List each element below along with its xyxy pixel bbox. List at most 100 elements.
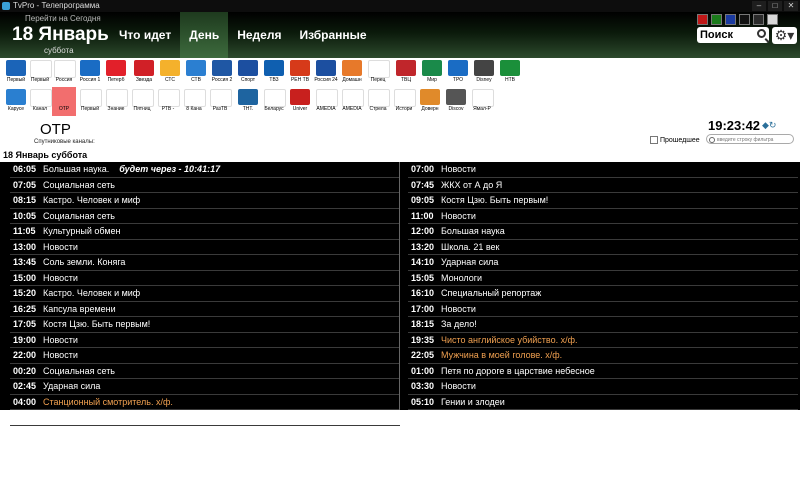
search-box[interactable] bbox=[697, 27, 769, 43]
channel-item[interactable]: РазТВ bbox=[208, 87, 232, 116]
tab-now-on[interactable]: Что идет bbox=[110, 12, 180, 58]
channel-item[interactable]: Россия 2 bbox=[210, 58, 234, 87]
channel-item[interactable]: НТВ bbox=[498, 58, 522, 87]
channel-item[interactable]: Пятниц bbox=[130, 87, 154, 116]
search-icon[interactable] bbox=[757, 29, 766, 38]
schedule-row[interactable]: 15:00 Новости bbox=[10, 271, 400, 286]
schedule-row[interactable]: 15:05 Монологи bbox=[408, 271, 798, 286]
schedule-row[interactable]: 19:00 Новости bbox=[10, 333, 400, 348]
channel-logo bbox=[238, 89, 258, 105]
tab-favorites[interactable]: Избранные bbox=[290, 12, 375, 58]
past-toggle[interactable]: Прошедшее bbox=[650, 136, 700, 144]
schedule-row[interactable]: 13:00 Новости bbox=[10, 240, 400, 255]
channel-logo bbox=[290, 60, 310, 76]
channel-item[interactable]: ТНТ. bbox=[236, 87, 260, 116]
schedule-row[interactable]: 07:45 ЖКХ от А до Я bbox=[408, 178, 798, 193]
refresh-icon[interactable]: ◆↻ bbox=[762, 120, 776, 131]
color-swatch[interactable] bbox=[753, 14, 764, 25]
color-swatch[interactable] bbox=[711, 14, 722, 25]
schedule-row[interactable]: 00:20 Социальная сеть bbox=[10, 364, 400, 379]
channel-logo bbox=[106, 60, 126, 76]
channel-item[interactable]: Знание bbox=[104, 87, 128, 116]
schedule-row[interactable]: 13:20 Школа. 21 век bbox=[408, 240, 798, 255]
today-link[interactable]: Перейти на Сегодня bbox=[25, 14, 101, 23]
channel-item[interactable]: 8 Кана bbox=[182, 87, 206, 116]
minimize-button[interactable]: – bbox=[752, 1, 766, 11]
color-swatch[interactable] bbox=[739, 14, 750, 25]
channel-item[interactable]: Россия 24 bbox=[314, 58, 338, 87]
channel-item[interactable]: Россия 1 bbox=[78, 58, 102, 87]
channel-item[interactable]: РЕН ТВ bbox=[288, 58, 312, 87]
color-swatch[interactable] bbox=[767, 14, 778, 25]
schedule-row[interactable]: 11:00 Новости bbox=[408, 209, 798, 224]
channel-item[interactable]: ОТР bbox=[52, 87, 76, 116]
schedule-row[interactable]: 13:45 Соль земли. Коняга bbox=[10, 255, 400, 271]
channel-item[interactable]: СТВ bbox=[184, 58, 208, 87]
schedule-row[interactable]: 22:00 Новости bbox=[10, 348, 400, 364]
channel-item[interactable]: AMEDIA bbox=[340, 87, 364, 116]
channel-logo bbox=[30, 89, 52, 107]
channel-item[interactable]: Univer bbox=[288, 87, 312, 116]
schedule-row[interactable]: 18:15 За дело! bbox=[408, 317, 798, 333]
schedule-row[interactable]: 12:00 Большая наука bbox=[408, 224, 798, 240]
schedule-row[interactable]: 05:10 Гении и злодеи bbox=[408, 395, 798, 410]
schedule-row[interactable]: 11:05 Культурный обмен bbox=[10, 224, 400, 240]
channel-item[interactable]: ТРО bbox=[446, 58, 470, 87]
program-time: 22:00 bbox=[13, 350, 37, 360]
channel-item[interactable]: Ямал-Р bbox=[470, 87, 494, 116]
color-swatch[interactable] bbox=[697, 14, 708, 25]
channel-item[interactable]: Disney bbox=[472, 58, 496, 87]
past-checkbox[interactable] bbox=[650, 136, 658, 144]
schedule-row[interactable]: 03:30 Новости bbox=[408, 379, 798, 395]
channel-item[interactable]: Мир bbox=[420, 58, 444, 87]
channel-item[interactable]: ТВ3 bbox=[262, 58, 286, 87]
search-input[interactable] bbox=[700, 28, 752, 42]
schedule-row[interactable]: 04:00 Станционный смотритель. х/ф. bbox=[10, 395, 400, 410]
color-swatch[interactable] bbox=[725, 14, 736, 25]
schedule-row[interactable]: 16:10 Специальный репортаж bbox=[408, 286, 798, 302]
channel-item[interactable]: Домашн bbox=[340, 58, 364, 87]
schedule-row[interactable]: 16:25 Капсула времени bbox=[10, 302, 400, 317]
program-time: 11:05 bbox=[13, 226, 36, 236]
channel-item[interactable]: Перец bbox=[366, 58, 390, 87]
schedule-row[interactable]: 14:10 Ударная сила bbox=[408, 255, 798, 271]
program-title: Монологи bbox=[441, 272, 483, 283]
schedule-row[interactable]: 08:15 Кастро. Человек и миф bbox=[10, 193, 400, 209]
schedule-row[interactable]: 07:05 Социальная сеть bbox=[10, 178, 400, 193]
program-title: Соль земли. Коняга bbox=[43, 257, 126, 267]
maximize-button[interactable]: □ bbox=[768, 1, 782, 11]
schedule-row[interactable]: 09:05 Костя Цзю. Быть первым! bbox=[408, 193, 798, 209]
channel-item[interactable]: AMEDIA bbox=[314, 87, 338, 116]
schedule-row[interactable]: 19:35 Чисто английское убийство. х/ф. bbox=[408, 333, 798, 348]
channel-strip: Первый Первый Россия Россия 1 Петерб Звезда СТ… bbox=[0, 58, 800, 116]
tab-week[interactable]: Неделя bbox=[228, 12, 290, 58]
channel-item[interactable]: Истори bbox=[392, 87, 416, 116]
channel-item[interactable]: Петерб bbox=[104, 58, 128, 87]
schedule-row[interactable]: 17:05 Костя Цзю. Быть первым! bbox=[10, 317, 400, 333]
schedule-row[interactable]: 06:05 Большая наука. будет через - 10:41:1… bbox=[10, 162, 400, 178]
channel-item[interactable]: Первый bbox=[78, 87, 102, 116]
channel-item[interactable]: РТВ - bbox=[156, 87, 180, 116]
tab-day[interactable]: День bbox=[180, 12, 229, 58]
close-button[interactable]: ✕ bbox=[784, 1, 798, 11]
channel-item[interactable]: Беларус bbox=[262, 87, 286, 116]
channel-item[interactable]: Звезда bbox=[132, 58, 156, 87]
channel-item[interactable]: СТС bbox=[158, 58, 182, 87]
channel-item[interactable]: Спорт bbox=[236, 58, 260, 87]
schedule-row[interactable]: 07:00 Новости bbox=[408, 162, 798, 178]
schedule-row[interactable]: 02:45 Ударная сила bbox=[10, 379, 400, 395]
channel-item[interactable]: Россия bbox=[52, 58, 76, 87]
channel-item[interactable]: Стрела bbox=[366, 87, 390, 116]
settings-button[interactable]: ⚙▾ bbox=[772, 27, 797, 44]
filter-input[interactable]: введите строку фильтра bbox=[706, 134, 794, 144]
schedule-row[interactable]: 05:40 Айболит из Королева bbox=[10, 410, 400, 426]
program-time: 03:30 bbox=[411, 381, 435, 391]
channel-item[interactable]: Discov bbox=[444, 87, 468, 116]
schedule-row[interactable]: 10:05 Социальная сеть bbox=[10, 209, 400, 224]
schedule-row[interactable]: 15:20 Кастро. Человек и миф bbox=[10, 286, 400, 302]
schedule-row[interactable]: 01:00 Петя по дороге в царствие небесное bbox=[408, 364, 798, 379]
channel-item[interactable]: ТВЦ bbox=[394, 58, 418, 87]
schedule-row[interactable]: 17:00 Новости bbox=[408, 302, 798, 317]
schedule-row[interactable]: 22:05 Мужчина в моей голове. х/ф. bbox=[408, 348, 798, 364]
channel-item[interactable]: Доверн bbox=[418, 87, 442, 116]
